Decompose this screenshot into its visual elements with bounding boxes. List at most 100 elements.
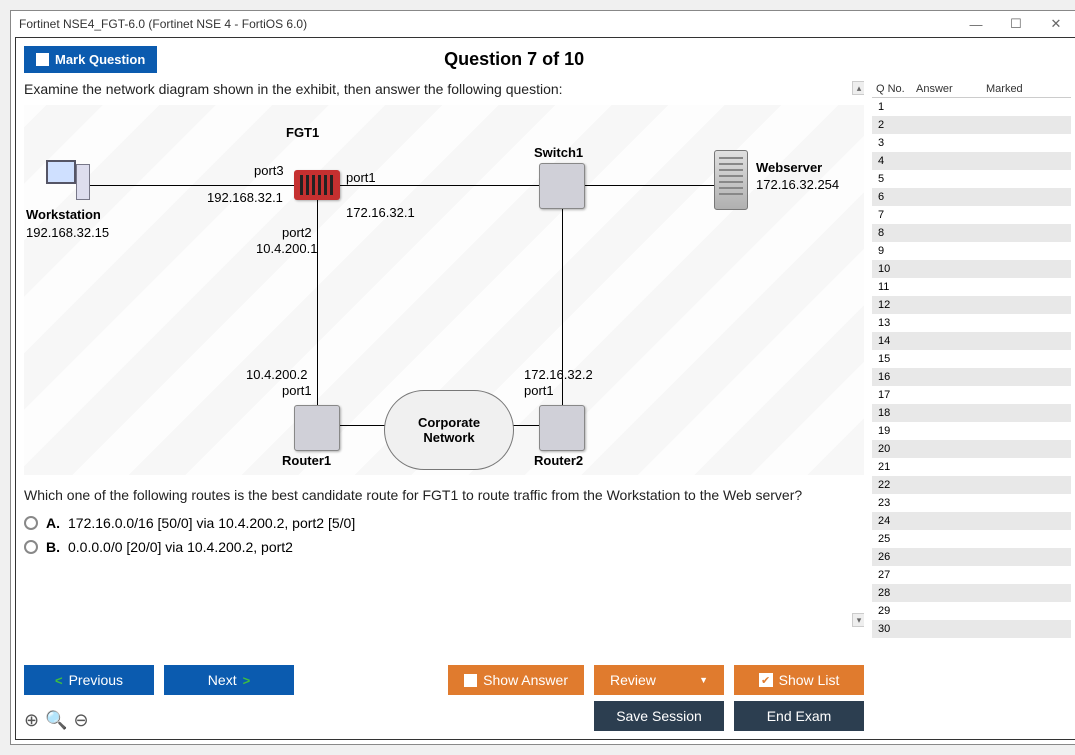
list-item[interactable]: 9 (872, 242, 1071, 260)
app-window: Fortinet NSE4_FGT-6.0 (Fortinet NSE 4 - … (10, 10, 1075, 745)
list-item[interactable]: 10 (872, 260, 1071, 278)
end-exam-button[interactable]: End Exam (734, 701, 864, 731)
maximize-icon[interactable]: ☐ (996, 12, 1036, 36)
show-answer-button[interactable]: Show Answer (448, 665, 584, 695)
list-item[interactable]: 30 (872, 620, 1071, 638)
body-row: ▴ Examine the network diagram shown in t… (24, 81, 1071, 731)
zoom-icon[interactable]: 🔍 (45, 710, 67, 731)
list-item[interactable]: 2 (872, 116, 1071, 134)
question-list[interactable]: 1234567891011121314151617181920212223242… (872, 97, 1071, 731)
col-answer: Answer (916, 83, 986, 95)
save-session-label: Save Session (616, 708, 702, 724)
show-list-label: Show List (779, 672, 840, 688)
question-followup: Which one of the following routes is the… (24, 487, 864, 503)
option-b[interactable]: B. 0.0.0.0/0 [20/0] via 10.4.200.2, port… (24, 535, 864, 559)
option-a[interactable]: A. 172.16.0.0/16 [50/0] via 10.4.200.2, … (24, 511, 864, 535)
list-item[interactable]: 1 (872, 98, 1071, 116)
header-row: Mark Question Question 7 of 10 (24, 46, 1071, 73)
r2-ip: 172.16.32.2 (524, 367, 593, 382)
list-header: Q No. Answer Marked (872, 81, 1071, 97)
list-item[interactable]: 12 (872, 296, 1071, 314)
chevron-down-icon: ▼ (699, 675, 708, 685)
webserver-label: Webserver (756, 160, 822, 175)
list-item[interactable]: 16 (872, 368, 1071, 386)
checkbox-checked-icon: ✔ (759, 673, 773, 687)
scroll-down-icon[interactable]: ▾ (852, 613, 864, 627)
question-scroll[interactable]: ▴ Examine the network diagram shown in t… (24, 81, 864, 657)
list-item[interactable]: 20 (872, 440, 1071, 458)
workstation-icon (44, 160, 84, 206)
list-item[interactable]: 23 (872, 494, 1071, 512)
col-qno: Q No. (876, 83, 916, 95)
mark-question-button[interactable]: Mark Question (24, 46, 157, 73)
next-button[interactable]: Next> (164, 665, 294, 695)
list-item[interactable]: 24 (872, 512, 1071, 530)
list-item[interactable]: 7 (872, 206, 1071, 224)
previous-label: Previous (69, 672, 123, 688)
port2-label: port2 (282, 225, 312, 240)
list-item[interactable]: 27 (872, 566, 1071, 584)
cloud-icon: Corporate Network (384, 390, 514, 470)
end-exam-label: End Exam (767, 708, 832, 724)
option-a-text: 172.16.0.0/16 [50/0] via 10.4.200.2, por… (68, 515, 355, 531)
show-answer-label: Show Answer (483, 672, 568, 688)
fgt1-icon (294, 170, 340, 200)
scroll-up-icon[interactable]: ▴ (852, 81, 864, 95)
list-item[interactable]: 4 (872, 152, 1071, 170)
list-item[interactable]: 21 (872, 458, 1071, 476)
list-item[interactable]: 19 (872, 422, 1071, 440)
chevron-left-icon: < (55, 673, 63, 688)
list-item[interactable]: 8 (872, 224, 1071, 242)
window-title: Fortinet NSE4_FGT-6.0 (Fortinet NSE 4 - … (19, 17, 956, 31)
review-button[interactable]: Review▼ (594, 665, 724, 695)
network-diagram: Corporate Network FGT1 Switch1 Webserver… (24, 105, 864, 475)
port3-label: port3 (254, 163, 284, 178)
list-item[interactable]: 5 (872, 170, 1071, 188)
cloud-label-2: Network (423, 430, 474, 445)
show-list-button[interactable]: ✔ Show List (734, 665, 864, 695)
list-item[interactable]: 22 (872, 476, 1071, 494)
port1-ip: 172.16.32.1 (346, 205, 415, 220)
fgt1-label: FGT1 (286, 125, 319, 140)
list-item[interactable]: 14 (872, 332, 1071, 350)
zoom-out-icon[interactable]: ⊖ (74, 710, 89, 731)
port2-ip: 10.4.200.1 (256, 241, 317, 256)
list-item[interactable]: 18 (872, 404, 1071, 422)
port1-label: port1 (346, 170, 376, 185)
option-b-prefix: B. (46, 539, 60, 555)
radio-icon (24, 540, 38, 554)
content-area: Mark Question Question 7 of 10 ▴ Examine… (15, 37, 1075, 740)
router2-icon (539, 405, 585, 451)
list-item[interactable]: 25 (872, 530, 1071, 548)
r1-port: port1 (282, 383, 312, 398)
link-ws-fgt (84, 185, 294, 186)
answer-options: A. 172.16.0.0/16 [50/0] via 10.4.200.2, … (24, 511, 864, 559)
list-item[interactable]: 29 (872, 602, 1071, 620)
list-item[interactable]: 13 (872, 314, 1071, 332)
cloud-label-1: Corporate (418, 415, 480, 430)
mark-question-label: Mark Question (55, 52, 145, 67)
save-session-button[interactable]: Save Session (594, 701, 724, 731)
webserver-ip: 172.16.32.254 (756, 177, 839, 192)
list-item[interactable]: 11 (872, 278, 1071, 296)
link-switch-web (584, 185, 714, 186)
link-switch-router2 (562, 198, 563, 418)
question-pane: ▴ Examine the network diagram shown in t… (24, 81, 864, 731)
zoom-in-icon[interactable]: ⊕ (24, 710, 39, 731)
next-label: Next (208, 672, 237, 688)
router1-icon (294, 405, 340, 451)
minimize-icon[interactable]: — (956, 12, 996, 36)
list-item[interactable]: 6 (872, 188, 1071, 206)
list-item[interactable]: 17 (872, 386, 1071, 404)
list-item[interactable]: 26 (872, 548, 1071, 566)
question-intro: Examine the network diagram shown in the… (24, 81, 864, 97)
close-icon[interactable]: ✕ (1036, 12, 1075, 36)
option-b-text: 0.0.0.0/0 [20/0] via 10.4.200.2, port2 (68, 539, 293, 555)
port3-ip: 192.168.32.1 (207, 190, 283, 205)
list-item[interactable]: 15 (872, 350, 1071, 368)
r1-ip: 10.4.200.2 (246, 367, 307, 382)
list-item[interactable]: 28 (872, 584, 1071, 602)
list-item[interactable]: 3 (872, 134, 1071, 152)
switch1-icon (539, 163, 585, 209)
previous-button[interactable]: < Previous (24, 665, 154, 695)
